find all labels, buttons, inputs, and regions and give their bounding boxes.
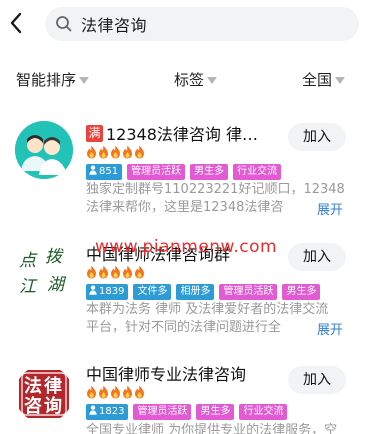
tag-badge: 管理员活跃 xyxy=(127,164,186,180)
tag-badge: 相册多 xyxy=(176,284,215,300)
join-button[interactable]: 加入 xyxy=(288,366,346,394)
seal-char: 律 xyxy=(44,375,62,397)
flame-icon xyxy=(135,145,144,159)
description-line: 全国专业律师 为你提供专业的法律服务，空 xyxy=(86,423,338,434)
calligraphy-char: 湖 xyxy=(47,275,67,295)
group-title: 满 12348法律咨询 律… xyxy=(86,122,258,144)
flame-icon xyxy=(123,265,132,279)
avatar: 法 律 咨 询 xyxy=(15,365,73,423)
filter-tags-label: 标签 xyxy=(174,71,205,89)
tag-badge: 男生多 xyxy=(196,404,235,420)
tag-badge: 男生多 xyxy=(282,284,321,300)
flame-icon xyxy=(99,385,108,399)
triangle-down-icon xyxy=(207,76,218,84)
flame-icon xyxy=(111,145,120,159)
filter-tags[interactable]: 标签 xyxy=(174,69,218,90)
person-icon xyxy=(89,285,97,295)
filter-region-label: 全国 xyxy=(302,71,333,89)
tag-list: 1839 文件多 相册多 管理员活跃 男生多 xyxy=(86,284,325,300)
calligraphy-char: 拨 xyxy=(45,247,64,267)
tag-badge: 行业交流 xyxy=(233,164,282,180)
triangle-down-icon xyxy=(79,76,90,84)
tag-list: 1823 管理员活跃 男生多 行业交流 xyxy=(86,404,292,420)
member-count-badge: 1823 xyxy=(86,404,129,420)
group-name: 12348法律咨询 律… xyxy=(106,125,258,144)
watermark-text: www.pianmenw.com xyxy=(95,237,278,257)
calligraphy-logo: 点 拨 江 湖 xyxy=(19,247,67,297)
flame-icon xyxy=(123,145,132,159)
member-count-badge: 1839 xyxy=(86,284,129,300)
chevron-left-icon xyxy=(10,12,22,34)
flame-icon xyxy=(123,385,132,399)
calligraphy-char: 江 xyxy=(19,277,38,297)
activity-flames xyxy=(86,385,146,401)
seal-char: 询 xyxy=(44,395,62,417)
top-bar: 法律咨询 xyxy=(0,0,377,50)
flame-icon xyxy=(135,385,144,399)
group-description: 全国专业律师 为你提供专业的法律服务，空 xyxy=(86,422,344,434)
flame-icon xyxy=(99,145,108,159)
join-button[interactable]: 加入 xyxy=(288,123,346,151)
search-bar[interactable]: 法律咨询 xyxy=(45,7,359,41)
activity-flames xyxy=(86,145,146,161)
person-icon xyxy=(89,165,97,175)
group-title: 中国律师专业法律咨询 xyxy=(86,362,246,384)
description-line: 法律来帮你，这里是12348法律咨 xyxy=(86,200,284,215)
group-item[interactable]: 法 律 咨 询 中国律师专业法律咨询 1823 管理员活跃 男生多 行业交流 全国专业… xyxy=(0,358,377,434)
tag-badge: 文件多 xyxy=(133,284,172,300)
filter-bar: 智能排序 标签 全国 xyxy=(0,66,377,94)
flame-icon xyxy=(87,145,96,159)
flame-icon xyxy=(135,265,144,279)
filter-sort[interactable]: 智能排序 xyxy=(16,69,90,90)
avatar xyxy=(15,121,73,179)
group-description: 独家定制群号110223221好记顺口，12348 法律来帮你，这里是12348… xyxy=(86,181,344,217)
search-icon xyxy=(56,16,72,32)
flame-icon xyxy=(111,265,120,279)
seal-logo: 法 律 咨 询 xyxy=(15,365,73,423)
person-icon xyxy=(89,405,97,415)
description-line: 本群为法务 律师 及法律爱好者的法律交流 xyxy=(86,302,329,317)
tag-badge: 管理员活跃 xyxy=(133,404,192,420)
activity-flames xyxy=(86,265,146,281)
triangle-down-icon xyxy=(335,76,346,84)
seal-char: 法 xyxy=(24,375,42,397)
full-badge: 满 xyxy=(86,124,103,142)
member-count-badge: 851 xyxy=(86,164,123,180)
group-item[interactable]: 满 12348法律咨询 律… 851 管理员活跃 男生多 行业交流 独家定制群号110… xyxy=(0,118,377,236)
seal-char: 咨 xyxy=(24,395,42,417)
two-people-icon xyxy=(15,121,73,179)
expand-link[interactable]: 展开 xyxy=(317,199,343,218)
join-button[interactable]: 加入 xyxy=(288,243,346,271)
expand-link[interactable]: 展开 xyxy=(317,319,343,338)
search-input[interactable]: 法律咨询 xyxy=(81,12,147,36)
group-description: 本群为法务 律师 及法律爱好者的法律交流 平台，针对不同的法律问题进行全 xyxy=(86,301,344,337)
calligraphy-char: 点 xyxy=(19,251,38,271)
avatar: 点 拨 江 湖 xyxy=(15,240,73,298)
tag-badge: 行业交流 xyxy=(239,404,288,420)
description-line: 独家定制群号110223221好记顺口，12348 xyxy=(86,182,344,197)
tag-badge: 管理员活跃 xyxy=(219,284,278,300)
flame-icon xyxy=(87,385,96,399)
flame-icon xyxy=(111,385,120,399)
description-line: 平台，针对不同的法律问题进行全 xyxy=(86,320,282,335)
tag-list: 851 管理员活跃 男生多 行业交流 xyxy=(86,164,286,180)
flame-icon xyxy=(99,265,108,279)
back-button[interactable] xyxy=(6,10,26,36)
filter-region[interactable]: 全国 xyxy=(302,69,346,90)
tag-badge: 男生多 xyxy=(190,164,229,180)
filter-sort-label: 智能排序 xyxy=(16,71,77,89)
group-name: 中国律师专业法律咨询 xyxy=(86,365,247,384)
flame-icon xyxy=(87,265,96,279)
